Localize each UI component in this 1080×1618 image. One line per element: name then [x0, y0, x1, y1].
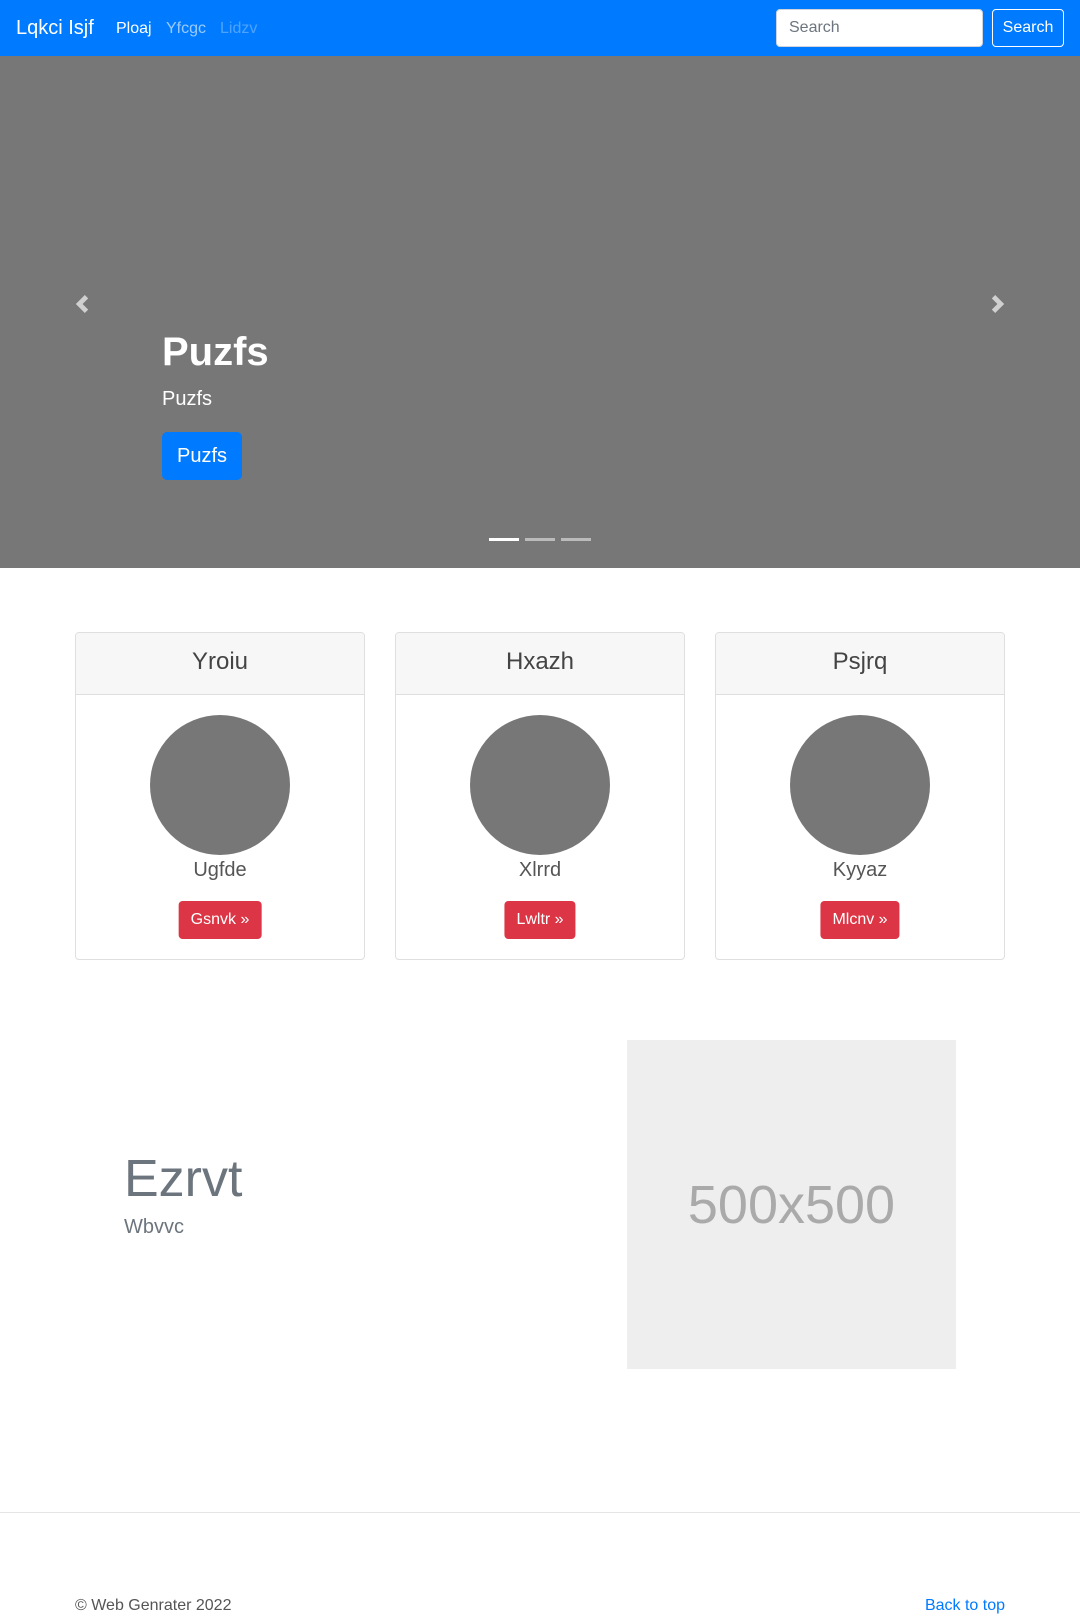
card-header: Psjrq — [716, 633, 1004, 695]
feature-heading: Ezrvt — [124, 1150, 243, 1208]
chevron-right-icon — [991, 295, 1005, 313]
avatar — [790, 715, 930, 855]
feature-subheading: Wbvvc — [124, 1216, 184, 1238]
carousel-indicator-2[interactable] — [525, 538, 555, 541]
back-to-top-link[interactable]: Back to top — [925, 1596, 1005, 1616]
carousel-indicators — [489, 538, 591, 541]
card-header: Hxazh — [396, 633, 684, 695]
footer-copyright: © Web Genrater 2022 — [75, 1597, 232, 1614]
image-placeholder-label: 500x500 — [687, 1174, 896, 1235]
card-hxazh: Hxazh Xlrrd Lwltr » — [395, 632, 685, 960]
footer-divider — [0, 1512, 1080, 1513]
chevron-left-icon — [75, 295, 89, 313]
card-button-mlcnv[interactable]: Mlcnv » — [820, 901, 900, 939]
carousel-caption-button[interactable]: Puzfs — [162, 432, 242, 480]
card-header: Yroiu — [76, 633, 364, 695]
card-name: Xlrrd — [518, 859, 562, 881]
brand-link[interactable]: Lqkci Isjf — [16, 14, 94, 42]
carousel-next-button[interactable] — [986, 292, 1010, 316]
search-input[interactable] — [776, 9, 983, 47]
search-button[interactable]: Search — [992, 9, 1064, 47]
avatar — [150, 715, 290, 855]
card-yroiu: Yroiu Ugfde Gsnvk » — [75, 632, 365, 960]
avatar — [470, 715, 610, 855]
carousel-caption-text: Puzfs — [162, 388, 213, 410]
carousel-indicator-1[interactable] — [489, 538, 519, 541]
nav-link-ploaj[interactable]: Ploaj — [116, 18, 152, 40]
navbar: Lqkci Isjf Ploaj Yfcgc Lidzv Search — [0, 0, 1080, 56]
carousel-prev-button[interactable] — [70, 292, 94, 316]
card-button-gsnvk[interactable]: Gsnvk » — [178, 901, 262, 939]
feature-image-placeholder: 500x500 — [627, 1040, 956, 1369]
carousel-indicator-3[interactable] — [561, 538, 591, 541]
nav-link-yfcgc[interactable]: Yfcgc — [166, 18, 206, 40]
hero-carousel: Puzfs Puzfs Puzfs — [0, 56, 1080, 568]
carousel-caption-title: Puzfs — [162, 330, 269, 374]
nav-link-lidzv: Lidzv — [220, 20, 258, 37]
card-name: Ugfde — [193, 859, 247, 881]
card-psjrq: Psjrq Kyyaz Mlcnv » — [715, 632, 1005, 960]
card-name: Kyyaz — [832, 859, 888, 881]
card-button-lwltr[interactable]: Lwltr » — [504, 901, 576, 939]
